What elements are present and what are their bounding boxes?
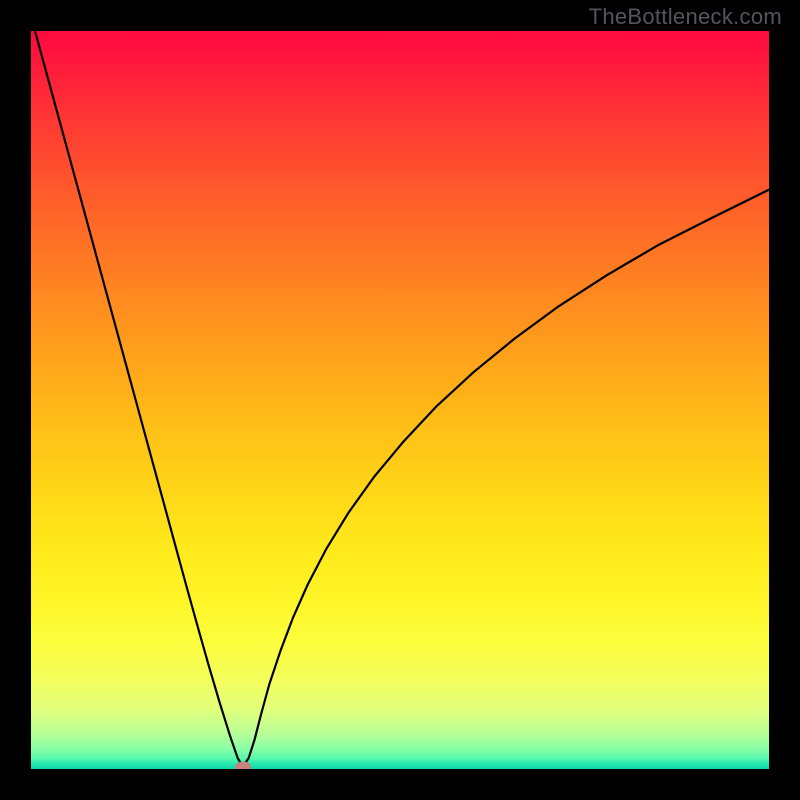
watermark-text: TheBottleneck.com bbox=[589, 4, 782, 30]
bottleneck-curve bbox=[31, 31, 769, 769]
plot-area bbox=[31, 31, 769, 769]
bottleneck-marker bbox=[235, 761, 251, 769]
chart-frame: TheBottleneck.com bbox=[0, 0, 800, 800]
